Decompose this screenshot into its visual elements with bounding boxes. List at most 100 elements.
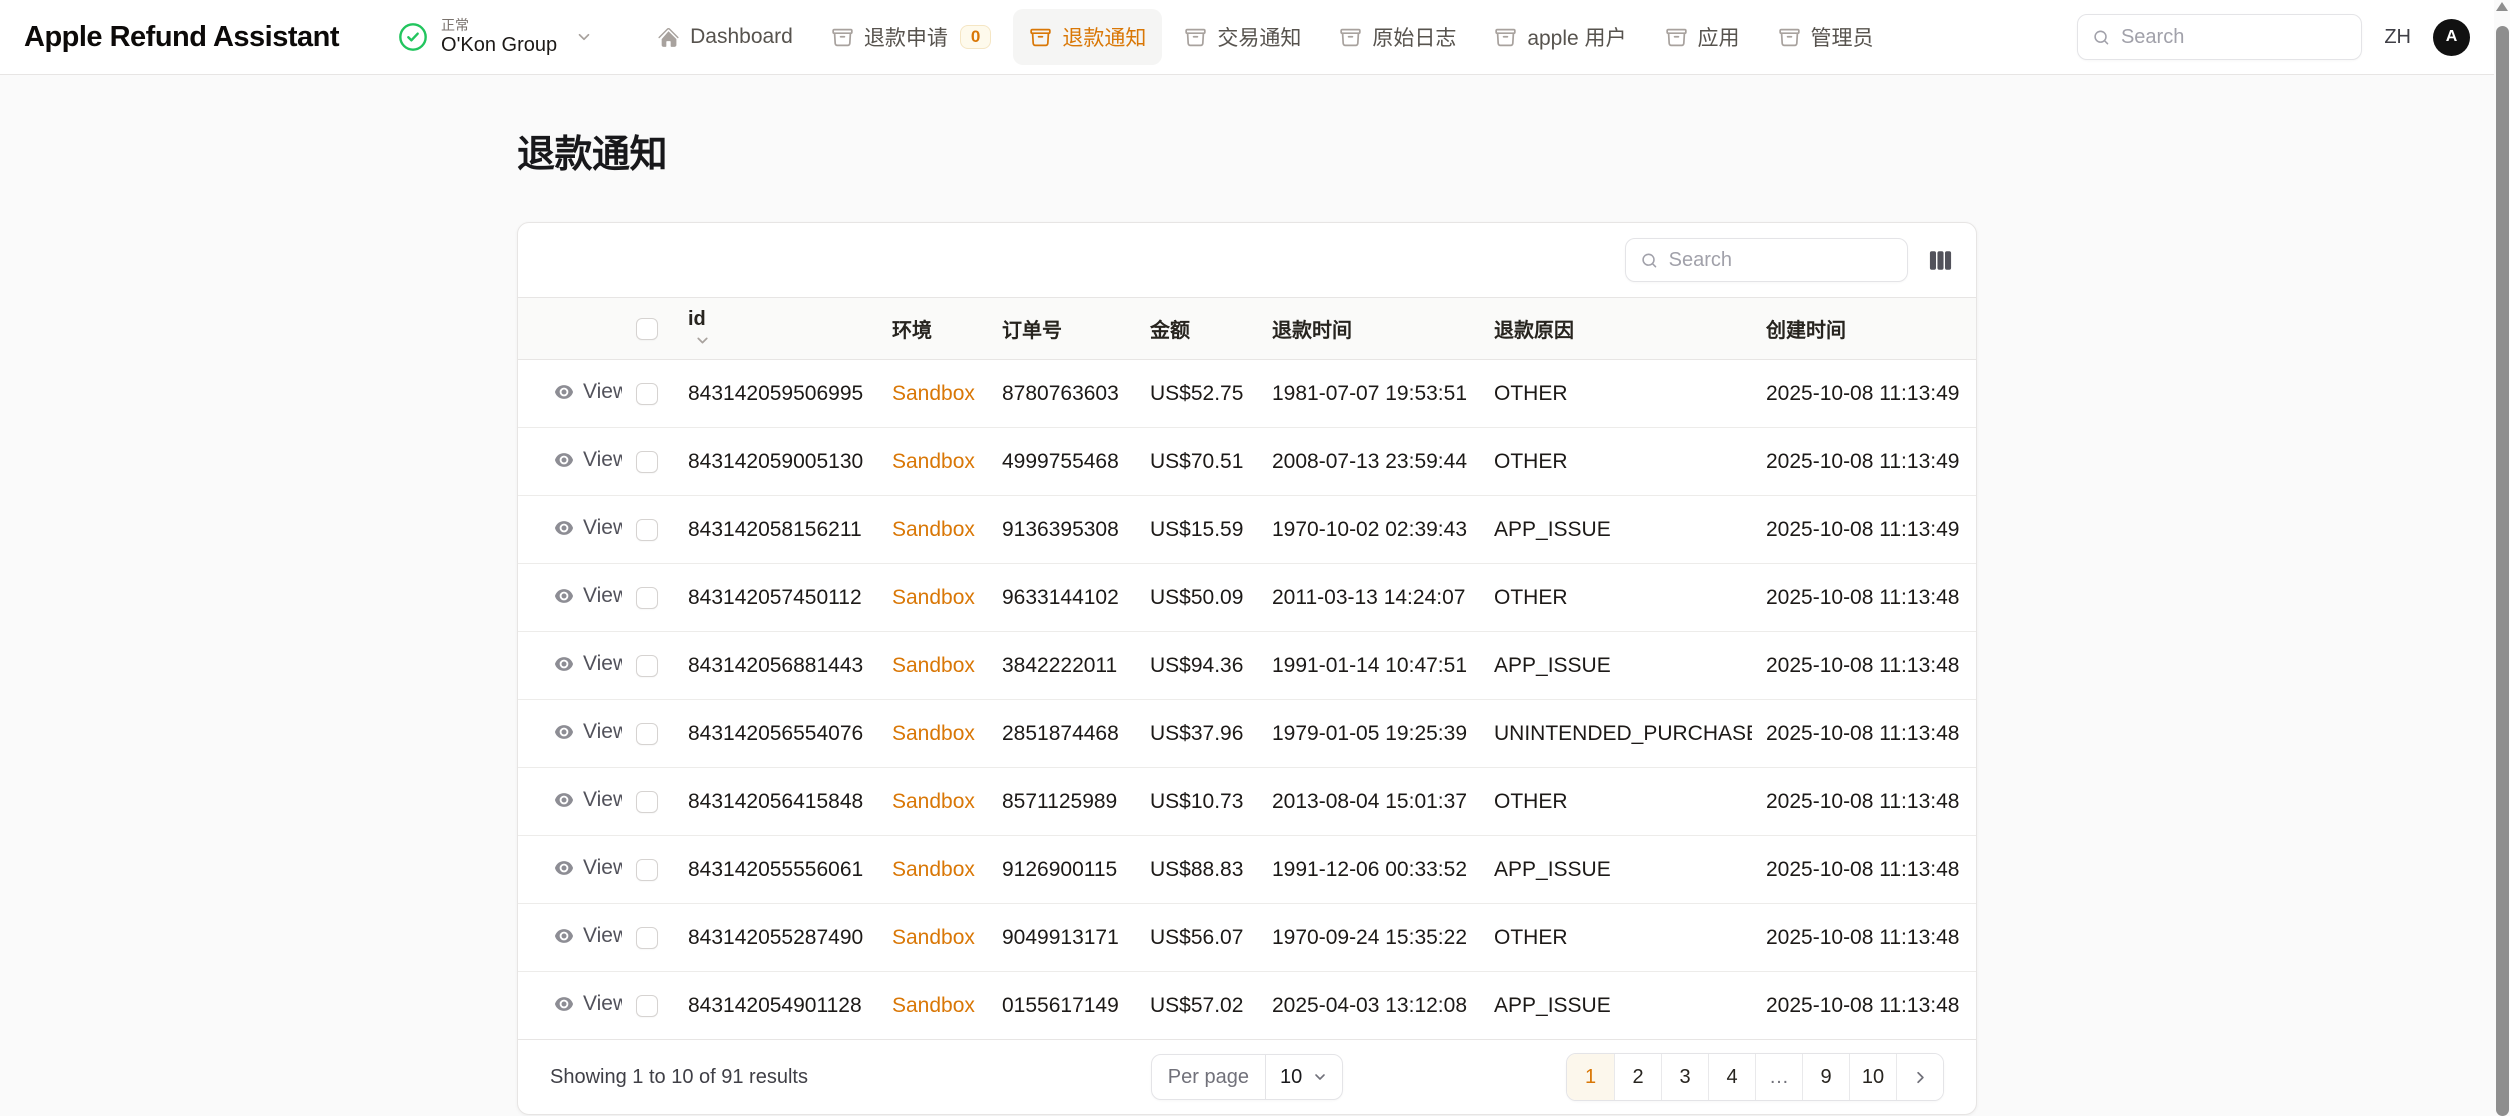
scrollbar-thumb[interactable] — [2496, 26, 2509, 1116]
cell-order-number: 0155617149 — [988, 972, 1136, 1040]
cell-refund-reason: OTHER — [1480, 428, 1752, 496]
view-button[interactable]: View — [554, 788, 622, 812]
row-checkbox[interactable] — [636, 451, 658, 473]
table-row: View 843142056881443 Sandbox 3842222011 … — [518, 632, 1976, 700]
row-checkbox[interactable] — [636, 723, 658, 745]
cell-created-time: 2025-10-08 11:13:48 — [1752, 836, 1976, 904]
cell-amount: US$52.75 — [1136, 360, 1258, 428]
global-search[interactable] — [2077, 14, 2362, 60]
eye-icon — [554, 994, 574, 1014]
pagination-page-button[interactable]: 10 — [1849, 1054, 1896, 1100]
cell-amount: US$56.07 — [1136, 904, 1258, 972]
cell-order-number: 3842222011 — [988, 632, 1136, 700]
eye-icon — [554, 654, 574, 674]
pagination: 1234…910 — [1566, 1053, 1944, 1101]
pagination-page-button[interactable]: 9 — [1802, 1054, 1849, 1100]
view-button[interactable]: View — [554, 380, 622, 404]
view-label: View — [583, 448, 622, 472]
next-page-button[interactable] — [1896, 1054, 1943, 1100]
cell-order-number: 8571125989 — [988, 768, 1136, 836]
view-button[interactable]: View — [554, 856, 622, 880]
cell-amount: US$94.36 — [1136, 632, 1258, 700]
column-toggle-button[interactable] — [1920, 240, 1960, 280]
scrollbar[interactable] — [2494, 0, 2510, 1116]
row-checkbox[interactable] — [636, 587, 658, 609]
tenant-switcher[interactable]: 正常 O'Kon Group — [397, 17, 593, 58]
select-all-checkbox[interactable] — [636, 318, 658, 340]
view-button[interactable]: View — [554, 992, 622, 1016]
header-id[interactable]: id — [674, 298, 878, 360]
row-checkbox[interactable] — [636, 383, 658, 405]
eye-icon — [554, 858, 574, 878]
view-button[interactable]: View — [554, 720, 622, 744]
pagination-page-button[interactable]: 4 — [1708, 1054, 1755, 1100]
header-checkbox-cell — [622, 298, 674, 360]
cell-refund-time: 1970-09-24 15:35:22 — [1258, 904, 1480, 972]
header-env: 环境 — [878, 298, 988, 360]
chevron-down-icon — [1312, 1069, 1328, 1085]
nav-item-admins[interactable]: 管理员 — [1762, 9, 1890, 65]
view-label: View — [583, 992, 622, 1016]
table-row: View 843142059005130 Sandbox 4999755468 … — [518, 428, 1976, 496]
cell-id: 843142056554076 — [674, 700, 878, 768]
archive-box-icon — [1184, 26, 1207, 49]
eye-icon — [554, 722, 574, 742]
eye-icon — [554, 450, 574, 470]
global-search-input[interactable] — [2121, 26, 2347, 49]
cell-created-time: 2025-10-08 11:13:48 — [1752, 700, 1976, 768]
pagination-page-button[interactable]: 2 — [1614, 1054, 1661, 1100]
table-search-input[interactable] — [1669, 249, 1893, 272]
header-created: 创建时间 — [1752, 298, 1976, 360]
columns-icon — [1927, 247, 1954, 274]
cell-refund-time: 2025-04-03 13:12:08 — [1258, 972, 1480, 1040]
cell-refund-time: 1979-01-05 19:25:39 — [1258, 700, 1480, 768]
view-button[interactable]: View — [554, 584, 622, 608]
cell-amount: US$15.59 — [1136, 496, 1258, 564]
cell-order-number: 9126900115 — [988, 836, 1136, 904]
nav-item-label: apple 用户 — [1527, 22, 1626, 52]
table-search[interactable] — [1625, 238, 1908, 282]
row-checkbox[interactable] — [636, 791, 658, 813]
nav-item-refund-requests[interactable]: 退款申请 0 — [815, 9, 1007, 65]
view-button[interactable]: View — [554, 924, 622, 948]
cell-environment: Sandbox — [892, 858, 975, 881]
records-table: id 环境 订单号 金额 退款时间 退款原因 创建时间 — [518, 297, 1976, 1040]
pagination-page-button[interactable]: 3 — [1661, 1054, 1708, 1100]
cell-created-time: 2025-10-08 11:13:48 — [1752, 564, 1976, 632]
pagination-page-button[interactable]: 1 — [1567, 1054, 1614, 1100]
cell-environment: Sandbox — [892, 518, 975, 541]
nav-item-transaction-notifications[interactable]: 交易通知 — [1168, 9, 1317, 65]
view-button[interactable]: View — [554, 516, 622, 540]
nav-item-apps[interactable]: 应用 — [1649, 9, 1756, 65]
brand-title: Apple Refund Assistant — [24, 21, 339, 54]
row-checkbox[interactable] — [636, 995, 658, 1017]
view-label: View — [583, 720, 622, 744]
cell-amount: US$57.02 — [1136, 972, 1258, 1040]
view-button[interactable]: View — [554, 652, 622, 676]
row-checkbox[interactable] — [636, 519, 658, 541]
header-actions — [518, 298, 622, 360]
row-checkbox[interactable] — [636, 927, 658, 949]
row-checkbox[interactable] — [636, 859, 658, 881]
nav-item-dashboard[interactable]: Dashboard — [641, 12, 809, 62]
user-avatar[interactable]: A — [2433, 19, 2470, 56]
nav-item-raw-logs[interactable]: 原始日志 — [1323, 9, 1472, 65]
row-checkbox[interactable] — [636, 655, 658, 677]
header-order: 订单号 — [988, 298, 1136, 360]
nav-item-apple-users[interactable]: apple 用户 — [1478, 9, 1642, 65]
chevron-right-icon — [1911, 1068, 1930, 1087]
cell-amount: US$88.83 — [1136, 836, 1258, 904]
cell-refund-time: 2011-03-13 14:24:07 — [1258, 564, 1480, 632]
language-switcher[interactable]: ZH — [2384, 26, 2411, 49]
nav-item-refund-notifications[interactable]: 退款通知 — [1013, 9, 1162, 65]
scroll-up-arrow[interactable] — [2496, 2, 2508, 11]
cell-refund-time: 2008-07-13 23:59:44 — [1258, 428, 1480, 496]
header-refund-time: 退款时间 — [1258, 298, 1480, 360]
cell-created-time: 2025-10-08 11:13:48 — [1752, 632, 1976, 700]
per-page-select[interactable]: Per page 10 — [1151, 1054, 1343, 1100]
cell-created-time: 2025-10-08 11:13:48 — [1752, 768, 1976, 836]
cell-refund-reason: APP_ISSUE — [1480, 632, 1752, 700]
view-button[interactable]: View — [554, 448, 622, 472]
cell-id: 843142059506995 — [674, 360, 878, 428]
table-row: View 843142055556061 Sandbox 9126900115 … — [518, 836, 1976, 904]
